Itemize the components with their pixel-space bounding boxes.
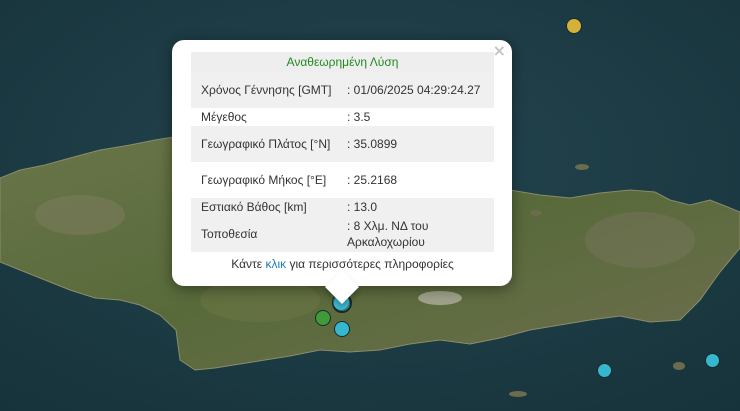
info-label: Εστιακό Βάθος [km] bbox=[201, 200, 307, 214]
info-label: Γεωγραφικό Μήκος [°E] bbox=[201, 173, 327, 187]
marker-cyan-1[interactable] bbox=[334, 321, 350, 337]
info-value: : 25.2168 bbox=[347, 173, 398, 187]
marker-cyan-2[interactable] bbox=[597, 363, 612, 378]
marker-cyan-3[interactable] bbox=[705, 353, 720, 368]
info-value: : 35.0899 bbox=[347, 137, 398, 151]
popup-footer: Κάντε κλικ για περισσότερες πληροφορίες bbox=[191, 257, 494, 271]
info-label: Γεωγραφικό Πλάτος [°N] bbox=[201, 137, 331, 151]
mountain-range bbox=[35, 195, 125, 235]
marker-yellow[interactable] bbox=[566, 18, 582, 34]
more-info-link[interactable]: κλικ bbox=[265, 257, 286, 271]
info-value: : 01/06/2025 04:29:24.27 bbox=[347, 83, 481, 97]
map[interactable]: × Αναθεωρημένη Λύση Χρόνος Γέννησης [GMT… bbox=[0, 0, 740, 411]
info-row-location: Τοποθεσία : 8 Χλμ. ΝΔ του Αρκαλοχωρίου bbox=[191, 216, 494, 252]
info-value: : 8 Χλμ. ΝΔ του Αρκαλοχωρίου bbox=[347, 219, 429, 249]
snowy-peaks bbox=[418, 291, 462, 305]
info-row-magnitude: Μέγεθος : 3.5 bbox=[191, 108, 494, 126]
info-value: : 13.0 bbox=[347, 200, 378, 214]
footer-text-before: Κάντε bbox=[231, 257, 263, 271]
popup-title: Αναθεωρημένη Λύση bbox=[191, 52, 494, 72]
info-label: Τοποθεσία bbox=[201, 227, 258, 241]
small-island bbox=[673, 362, 685, 370]
info-value: : 3.5 bbox=[347, 110, 371, 124]
mountain-range-east bbox=[585, 212, 695, 268]
small-island bbox=[530, 210, 542, 216]
info-row-time: Χρόνος Γέννησης [GMT] : 01/06/2025 04:29… bbox=[191, 72, 494, 108]
info-row-depth: Εστιακό Βάθος [km] : 13.0 bbox=[191, 198, 494, 216]
close-icon[interactable]: × bbox=[493, 42, 506, 60]
small-island bbox=[509, 391, 527, 397]
info-label: Μέγεθος bbox=[201, 110, 247, 124]
info-row-longitude: Γεωγραφικό Μήκος [°E] : 25.2168 bbox=[191, 162, 494, 198]
marker-green[interactable] bbox=[315, 310, 331, 326]
small-island bbox=[575, 164, 589, 170]
event-popup: × Αναθεωρημένη Λύση Χρόνος Γέννησης [GMT… bbox=[172, 40, 512, 304]
info-row-latitude: Γεωγραφικό Πλάτος [°N] : 35.0899 bbox=[191, 126, 494, 162]
info-label: Χρόνος Γέννησης [GMT] bbox=[201, 83, 332, 97]
footer-text-after: για περισσότερες πληροφορίες bbox=[289, 257, 454, 271]
